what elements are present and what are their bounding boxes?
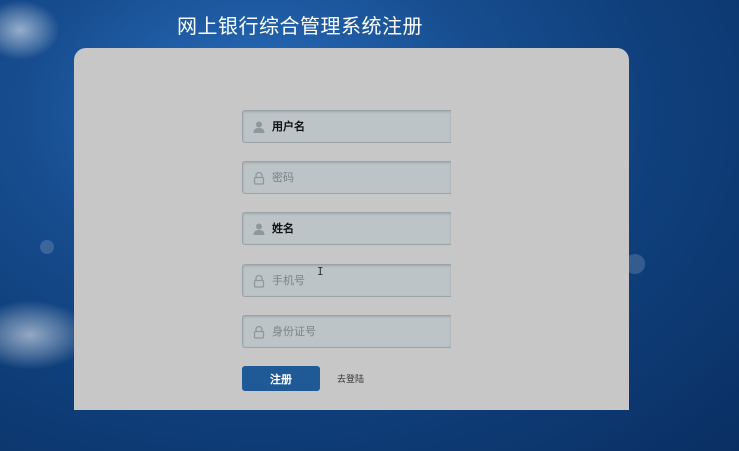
name-input[interactable]: [272, 213, 442, 244]
idcard-field[interactable]: [242, 315, 451, 348]
password-field[interactable]: [242, 161, 451, 194]
password-input[interactable]: [272, 162, 442, 193]
phone-input[interactable]: [272, 265, 442, 296]
username-input[interactable]: [272, 111, 442, 142]
background-bokeh: [40, 240, 54, 254]
name-field[interactable]: [242, 212, 451, 245]
user-icon: [253, 223, 265, 235]
user-icon: [253, 121, 265, 133]
page-title: 网上银行综合管理系统注册: [177, 14, 423, 38]
register-button[interactable]: 注册: [242, 366, 320, 391]
go-login-link[interactable]: 去登陆: [337, 372, 364, 385]
idcard-input[interactable]: [272, 316, 442, 347]
phone-field[interactable]: [242, 264, 451, 297]
lock-icon: [253, 325, 265, 339]
lock-icon: [253, 274, 265, 288]
text-cursor-icon: I: [317, 265, 324, 278]
username-field[interactable]: [242, 110, 451, 143]
background-cloud: [0, 0, 60, 60]
lock-icon: [253, 171, 265, 185]
register-form-panel: 注册 去登陆: [74, 48, 629, 410]
